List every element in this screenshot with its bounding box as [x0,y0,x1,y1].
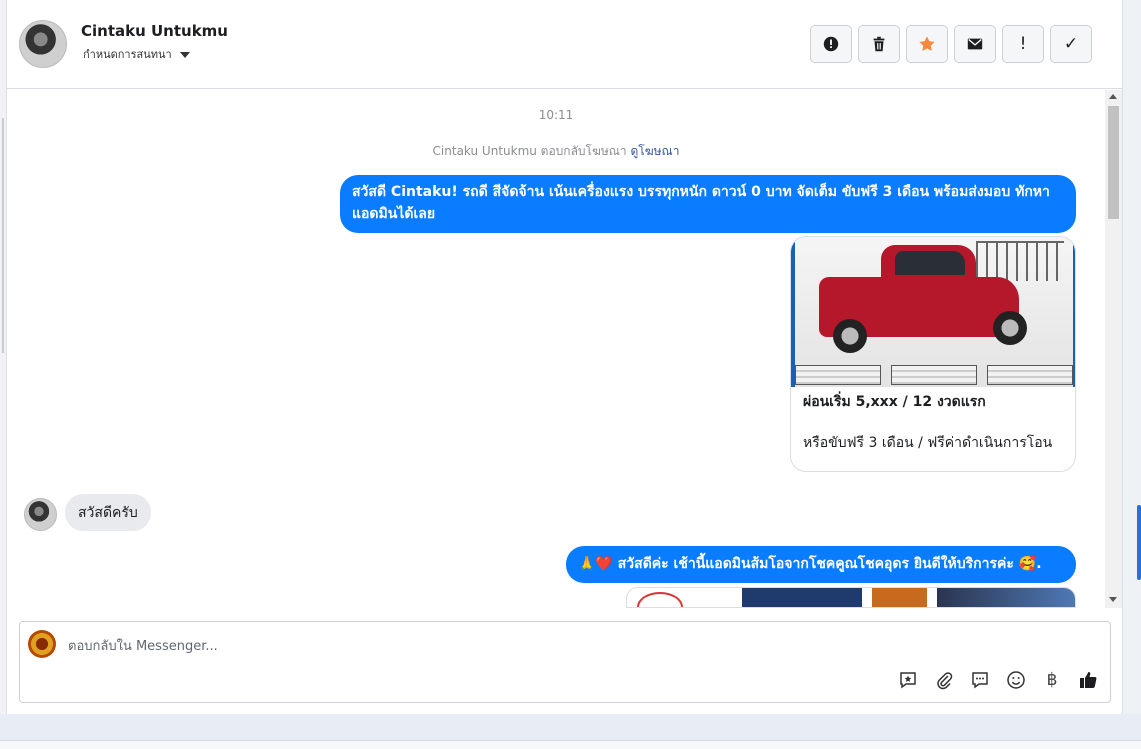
saved-reply-icon [900,672,916,689]
chat-bubble-icon [972,672,988,689]
saved-reply-button[interactable] [896,668,920,692]
contact-name[interactable]: Cintaku Untukmu [81,22,228,40]
conversation-settings-label: กำหนดการสนทนา [83,48,172,61]
conversation-settings-dropdown[interactable]: กำหนดการสนทนา [83,45,190,63]
scroll-up-icon[interactable] [1109,94,1117,99]
trash-icon [873,36,885,52]
conversation-toolbar: ! ✓ [810,25,1092,63]
composer-tools: ฿ [896,668,1100,692]
bottom-strip [0,740,1141,749]
message-thread[interactable]: 10:11 Cintaku Untukmu ตอบกลับโฆษณา ดูโฆษ… [7,90,1105,608]
truck-image [791,237,1075,387]
mark-spam-button[interactable] [810,25,852,63]
star-icon [919,36,935,51]
delete-button[interactable] [858,25,900,63]
scroll-down-icon[interactable] [1109,597,1117,602]
paperclip-icon [937,672,953,690]
mark-unread-button[interactable] [954,25,996,63]
incoming-message[interactable]: สวัสดีครับ [65,494,151,531]
mark-done-button[interactable]: ✓ [1050,25,1092,63]
reply-composer: ฿ [19,621,1111,703]
ad-card[interactable]: ผ่อนเริ่ม 5,xxx / 12 งวดแรก หรือขับฟรี 3… [790,236,1076,472]
thread-scrollbar[interactable] [1105,90,1122,608]
view-ad-link[interactable]: ดูโฆษณา [631,144,680,158]
right-edge-accent [1137,505,1141,580]
message-timestamp: 10:11 [538,108,574,122]
avatar[interactable] [19,20,67,68]
alert-circle-icon [823,36,839,52]
reply-input[interactable] [68,636,968,656]
bottom-band [0,714,1141,740]
outgoing-message-greeting[interactable]: 🙏❤️ สวัสดีค่ะ เช้านี้แอดมินส้มโอจากโชคคู… [566,546,1076,583]
ad-card-description: หรือขับฟรี 3 เดือน / ฟรีค่าดำเนินการโอน [803,435,1053,451]
ad-reply-context: Cintaku Untukmu ตอบกลับโฆษณา ดูโฆษณา [7,142,1105,161]
follow-up-button[interactable]: ! [1002,25,1044,63]
like-button[interactable] [1076,668,1100,692]
check-icon: ✓ [1063,34,1079,54]
image-attachment[interactable] [626,587,1076,608]
caret-down-icon [179,52,190,58]
baht-icon: ฿ [1046,670,1058,690]
attach-file-button[interactable] [932,668,956,692]
emoji-button[interactable] [1004,668,1028,692]
smiley-icon [1007,671,1025,689]
scrollbar-thumb[interactable] [1108,106,1119,219]
conversation-header: Cintaku Untukmu กำหนดการสนทนา ! ✓ [7,0,1122,89]
quick-reply-button[interactable] [968,668,992,692]
star-button[interactable] [906,25,948,63]
ad-reply-text: Cintaku Untukmu ตอบกลับโฆษณา [432,144,627,158]
ad-card-title: ผ่อนเริ่ม 5,xxx / 12 งวดแรก [803,394,986,410]
exclamation-icon: ! [1019,34,1027,54]
sender-avatar [24,498,57,531]
outgoing-message[interactable]: สวัสดี Cintaku! รถดี สีจัดจ้าน เน้นเครื่… [340,175,1076,233]
payment-button[interactable]: ฿ [1040,668,1064,692]
page-avatar [28,630,56,658]
envelope-icon [967,38,983,50]
thumbs-up-icon [1080,672,1097,688]
